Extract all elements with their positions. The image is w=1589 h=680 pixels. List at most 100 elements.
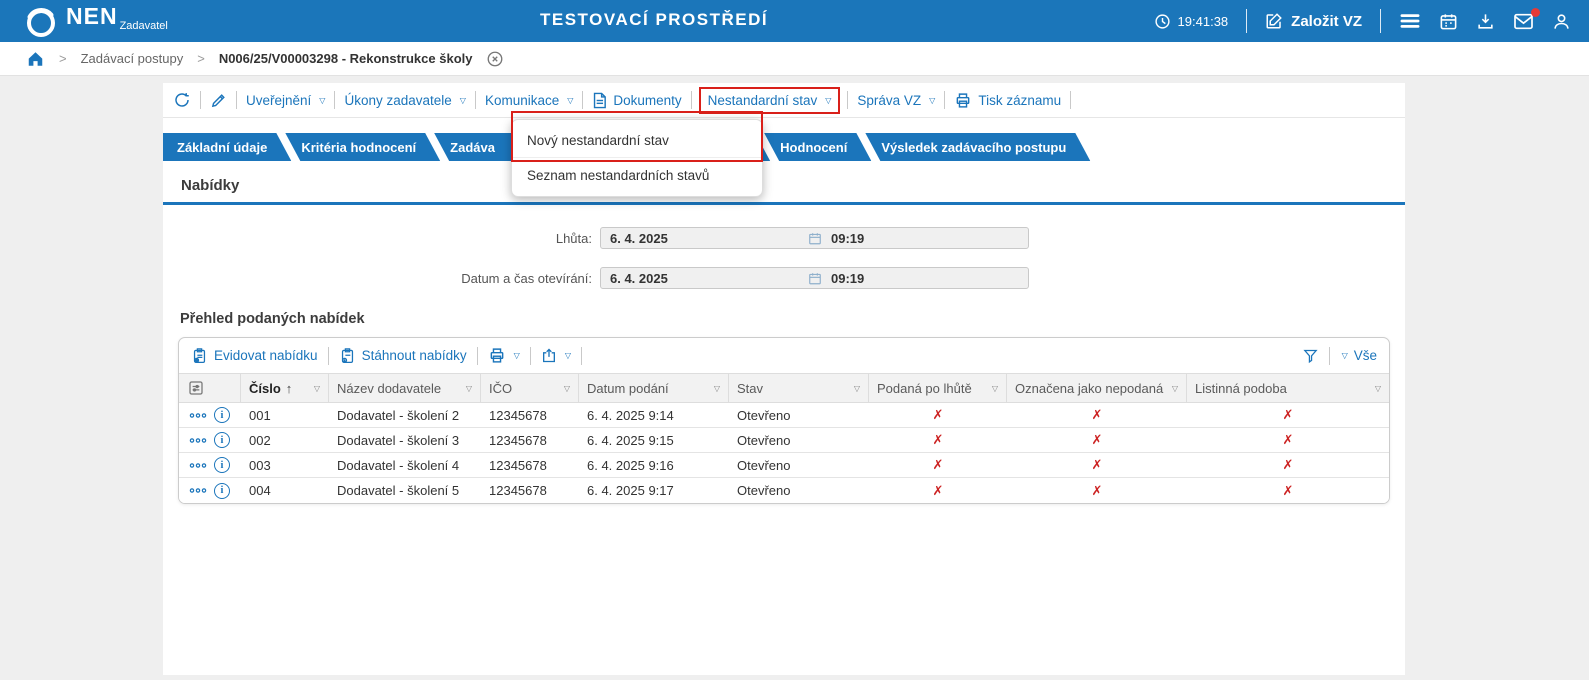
menu-nestandardni-stav[interactable]: Nestandardní stav ▽ xyxy=(698,86,841,114)
download-icon[interactable] xyxy=(1476,12,1495,31)
column-menu-icon[interactable]: ▽ xyxy=(1375,384,1381,393)
page-background: Uveřejnění ▽ Úkony zadavatele ▽ Komunika… xyxy=(0,76,1589,680)
cross-icon: ✗ xyxy=(932,457,944,472)
messages-icon[interactable] xyxy=(1513,7,1540,30)
column-header-nepodana[interactable]: Označena jako nepodaná ▽ xyxy=(1007,374,1187,402)
close-procedure-icon[interactable] xyxy=(486,50,504,68)
cell-datum: 6. 4. 2025 9:17 xyxy=(587,483,674,498)
menu-sprava-vz[interactable]: Správa VZ ▽ xyxy=(857,93,935,108)
stahnout-nabidky-button[interactable]: Stáhnout nabídky xyxy=(339,347,467,365)
table-row[interactable]: i 001 Dodavatel - školení 2 12345678 6. … xyxy=(179,403,1389,428)
otevirani-datetime-field[interactable]: 6. 4. 2025 09:19 xyxy=(600,267,1029,289)
menu-hamburger-icon[interactable] xyxy=(1399,12,1421,30)
cell-cislo: 003 xyxy=(249,457,271,473)
divider xyxy=(1380,9,1381,33)
column-header-nazev[interactable]: Název dodavatele ▽ xyxy=(329,374,481,402)
info-icon[interactable]: i xyxy=(214,482,230,499)
nen-logo[interactable]: NEN Zadavatel xyxy=(24,4,168,40)
export-button[interactable]: ▽ xyxy=(541,347,571,364)
row-actions-icon[interactable] xyxy=(189,437,207,444)
info-icon[interactable]: i xyxy=(214,407,230,423)
tab-zakladni-udaje[interactable]: Základní údaje xyxy=(163,133,291,161)
column-menu-icon[interactable]: ▽ xyxy=(564,384,570,393)
column-menu-icon[interactable]: ▽ xyxy=(992,384,998,393)
content-panel: Uveřejnění ▽ Úkony zadavatele ▽ Komunika… xyxy=(163,83,1405,675)
row-actions-icon[interactable] xyxy=(189,487,207,494)
calendar-icon xyxy=(808,231,822,246)
column-header-stav[interactable]: Stav ▽ xyxy=(729,374,869,402)
menu-komunikace[interactable]: Komunikace ▽ xyxy=(485,93,573,108)
filter-icon[interactable] xyxy=(1302,347,1319,364)
column-header-listinna[interactable]: Listinná podoba ▽ xyxy=(1187,374,1389,402)
menu-uverejneni-label: Uveřejnění xyxy=(246,92,312,108)
table-toolbar: Evidovat nabídku Stáhnout nabídky ▽ ▽ ▽ … xyxy=(179,338,1389,373)
evidovat-nabidku-button[interactable]: Evidovat nabídku xyxy=(191,347,318,365)
column-menu-icon[interactable]: ▽ xyxy=(466,384,472,393)
cell-stav: Otevřeno xyxy=(737,457,791,473)
menu-uverejneni[interactable]: Uveřejnění ▽ xyxy=(246,93,325,108)
user-profile-icon[interactable] xyxy=(1552,12,1571,31)
divider xyxy=(327,346,329,365)
menu-dokumenty-label: Dokumenty xyxy=(613,92,682,108)
tab-hodnoceni[interactable]: Hodnocení xyxy=(764,133,871,161)
otevirani-date-value: 6. 4. 2025 xyxy=(610,271,668,286)
refresh-button[interactable] xyxy=(173,91,191,109)
print-table-button[interactable]: ▽ xyxy=(488,347,520,364)
divider xyxy=(236,91,237,109)
divider xyxy=(1328,346,1330,365)
menu-item-novy-nestandardni-stav[interactable]: Nový nestandardní stav xyxy=(512,123,762,158)
info-icon[interactable]: i xyxy=(214,432,230,448)
offers-table-panel: Evidovat nabídku Stáhnout nabídky ▽ ▽ ▽ … xyxy=(178,337,1390,504)
tab-label: Kritéria hodnocení xyxy=(301,139,417,155)
brand-role: Zadavatel xyxy=(119,20,168,32)
chevron-down-icon: ▽ xyxy=(929,95,936,105)
divider xyxy=(334,91,336,109)
menu-item-seznam-nestandardnich-stavu[interactable]: Seznam nestandardních stavů xyxy=(512,158,762,193)
row-actions-icon[interactable] xyxy=(189,412,207,419)
cross-icon: ✗ xyxy=(932,432,944,447)
create-vz-button[interactable]: Založit VZ xyxy=(1265,12,1362,30)
table-row[interactable]: i 003 Dodavatel - školení 4 12345678 6. … xyxy=(179,453,1389,478)
divider xyxy=(1070,91,1072,109)
table-header-row: Číslo ↑ ▽ Název dodavatele ▽ IČO ▽ Datum… xyxy=(179,373,1389,403)
edit-button[interactable] xyxy=(210,92,227,109)
cell-stav: Otevřeno xyxy=(737,483,791,498)
column-menu-icon[interactable]: ▽ xyxy=(714,384,720,393)
column-header-ico[interactable]: IČO ▽ xyxy=(481,374,579,402)
column-settings-cell[interactable] xyxy=(179,374,241,402)
nestandardni-stav-dropdown: Nový nestandardní stav Seznam nestandard… xyxy=(511,111,763,197)
vse-filter-button[interactable]: ▽ Vše xyxy=(1340,348,1377,363)
tab-vysledek[interactable]: Výsledek zadávacího postupu xyxy=(865,133,1090,161)
sort-ascending-icon: ↑ xyxy=(285,380,293,396)
column-menu-icon[interactable]: ▽ xyxy=(314,384,320,393)
tab-kriteria-hodnoceni[interactable]: Kritéria hodnocení xyxy=(285,133,440,161)
column-menu-icon[interactable]: ▽ xyxy=(1172,384,1178,393)
home-icon[interactable] xyxy=(26,50,45,68)
chevron-down-icon: ▽ xyxy=(513,351,520,360)
menu-ukony-zadavatele[interactable]: Úkony zadavatele ▽ xyxy=(344,93,465,108)
calendar-icon[interactable] xyxy=(1439,12,1458,31)
column-header-datum[interactable]: Datum podání ▽ xyxy=(579,374,729,402)
info-icon[interactable]: i xyxy=(214,457,230,473)
menu-dokumenty[interactable]: Dokumenty xyxy=(592,92,682,109)
lhuta-datetime-field[interactable]: 6. 4. 2025 09:19 xyxy=(600,227,1029,249)
breadcrumb-zadavaci-postupy[interactable]: Zadávací postupy xyxy=(81,51,184,66)
row-actions-icon[interactable] xyxy=(189,462,207,469)
menu-ukony-label: Úkony zadavatele xyxy=(344,92,452,108)
divider xyxy=(529,346,531,365)
chevron-icon: > xyxy=(59,51,67,66)
clock-time: 19:41:38 xyxy=(1177,13,1229,29)
cell-ico: 12345678 xyxy=(489,457,547,473)
cross-icon: ✗ xyxy=(1091,457,1103,472)
column-header-po-lhute[interactable]: Podaná po lhůtě ▽ xyxy=(869,374,1007,402)
section-rule xyxy=(163,202,1405,205)
table-row[interactable]: i 002 Dodavatel - školení 3 12345678 6. … xyxy=(179,428,1389,453)
otevirani-time-value: 09:19 xyxy=(831,271,865,286)
cross-icon: ✗ xyxy=(1091,482,1103,498)
table-row[interactable]: i 004 Dodavatel - školení 5 12345678 6. … xyxy=(179,478,1389,503)
column-menu-icon[interactable]: ▽ xyxy=(854,384,860,393)
column-label: Označena jako nepodaná xyxy=(1015,380,1164,396)
print-record-button[interactable]: Tisk záznamu xyxy=(954,92,1061,109)
divider xyxy=(847,91,849,109)
column-header-cislo[interactable]: Číslo ↑ ▽ xyxy=(241,374,329,402)
